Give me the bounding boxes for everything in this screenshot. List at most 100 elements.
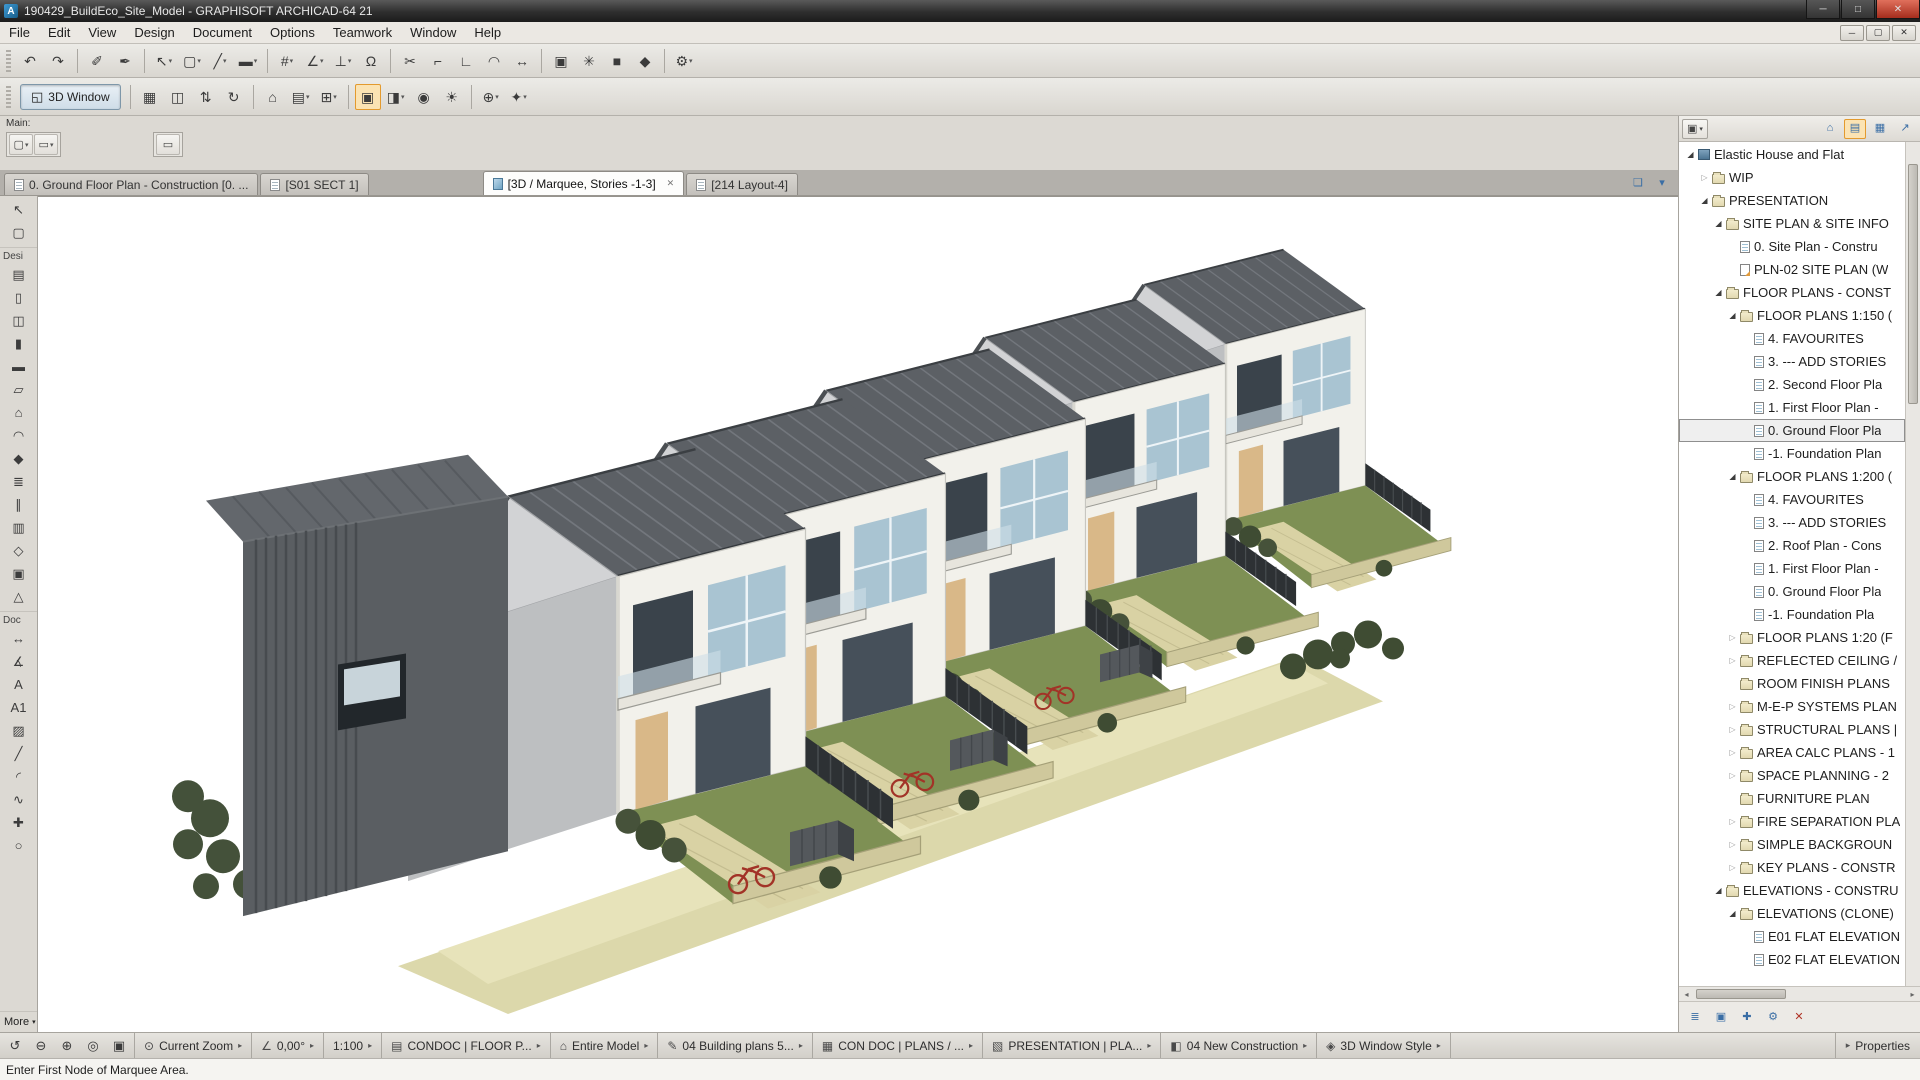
- morph-edit-button[interactable]: ◆: [632, 48, 658, 74]
- undo-button[interactable]: ↶: [17, 48, 43, 74]
- tree-item[interactable]: 0. Ground Floor Pla: [1679, 580, 1905, 603]
- settings-button[interactable]: ⚙ ▾: [671, 48, 697, 74]
- tree-item[interactable]: PLN-02 SITE PLAN (W: [1679, 258, 1905, 281]
- menu-options[interactable]: Options: [261, 22, 324, 43]
- clone-folder-button[interactable]: ▣: [1710, 1007, 1732, 1027]
- marquee-tool-button[interactable]: ▢: [4, 221, 34, 244]
- tree-item[interactable]: ▷ REFLECTED CEILING /: [1679, 649, 1905, 672]
- tree-item[interactable]: 3. --- ADD STORIES: [1679, 511, 1905, 534]
- expand-arrow-icon[interactable]: ▷: [1726, 656, 1739, 665]
- camera-button[interactable]: ◉: [411, 84, 437, 110]
- beam-tool-button[interactable]: ▬: [4, 355, 34, 378]
- tree-item[interactable]: 1. First Floor Plan -: [1679, 396, 1905, 419]
- marquee-rect-button[interactable]: ▭ ▾: [34, 134, 58, 155]
- status-model-filter[interactable]: ⌂ Entire Model ▸: [551, 1033, 659, 1058]
- fillet-chamfer-button[interactable]: ◠: [481, 48, 507, 74]
- orbit-view-button[interactable]: ◎: [81, 1035, 105, 1057]
- expand-arrow-icon[interactable]: ◢: [1726, 472, 1739, 481]
- 3d-window-toggle[interactable]: ◱ 3D Window: [20, 83, 121, 110]
- hotspot-tool-button[interactable]: ✚: [4, 811, 34, 834]
- status-rotation[interactable]: ∠ 0,00° ▸: [252, 1033, 325, 1058]
- scrollbar-thumb[interactable]: [1696, 989, 1786, 999]
- tree-item[interactable]: ◢ PRESENTATION: [1679, 189, 1905, 212]
- scrollbar-thumb[interactable]: [1908, 164, 1918, 404]
- tree-item[interactable]: FURNITURE PLAN: [1679, 787, 1905, 810]
- tree-item[interactable]: 2. Roof Plan - Cons: [1679, 534, 1905, 557]
- dimension-tool-button[interactable]: ↔: [4, 627, 34, 650]
- status-dimension-standard[interactable]: ▦ CON DOC | PLANS / ... ▸: [813, 1033, 984, 1058]
- layout-book-button[interactable]: ▦: [1869, 119, 1891, 139]
- virtual-building-button[interactable]: ⌂: [260, 84, 286, 110]
- expand-arrow-icon[interactable]: ▷: [1698, 173, 1711, 182]
- status-current-zoom[interactable]: ⊙ Current Zoom ▸: [135, 1033, 253, 1058]
- tree-view-button[interactable]: ≣: [1684, 1007, 1706, 1027]
- expand-arrow-icon[interactable]: ▷: [1726, 863, 1739, 872]
- floor-plan-button[interactable]: ▦: [137, 84, 163, 110]
- expand-arrow-icon[interactable]: ▷: [1726, 771, 1739, 780]
- navigator-horizontal-scrollbar[interactable]: ◂ ▸: [1679, 987, 1920, 1002]
- line-tool-button[interactable]: ╱: [4, 742, 34, 765]
- menu-design[interactable]: Design: [125, 22, 183, 43]
- marquee-3d-button[interactable]: ▣: [354, 83, 381, 110]
- sun-study-button[interactable]: ☀: [439, 84, 465, 110]
- walk-mode-button[interactable]: ⇅: [193, 84, 219, 110]
- marquee-single-button[interactable]: ▭: [156, 134, 180, 155]
- filter-elements-button[interactable]: ⊞ ▾: [316, 84, 342, 110]
- expand-arrow-icon[interactable]: ◢: [1698, 196, 1711, 205]
- mesh-tool-button[interactable]: △: [4, 585, 34, 608]
- maximize-button[interactable]: □: [1841, 0, 1875, 19]
- menu-teamwork[interactable]: Teamwork: [324, 22, 401, 43]
- intersect-button[interactable]: ∟: [453, 48, 479, 74]
- status-scale[interactable]: 1:100 ▸: [324, 1033, 383, 1058]
- zoom-in-button[interactable]: ⊕: [55, 1035, 79, 1057]
- cutaway-button[interactable]: ◨ ▾: [383, 84, 409, 110]
- spline-tool-button[interactable]: ∿: [4, 788, 34, 811]
- expand-arrow-icon[interactable]: ◢: [1684, 150, 1697, 159]
- figure-tool-button[interactable]: ○: [4, 834, 34, 857]
- view-map-button[interactable]: ▤: [1844, 118, 1866, 139]
- expand-arrow-icon[interactable]: ◢: [1726, 909, 1739, 918]
- fill-tool-button[interactable]: ▨: [4, 719, 34, 742]
- mdi-close-button[interactable]: ✕: [1892, 24, 1916, 41]
- marquee-poly-button[interactable]: ▢ ▾: [9, 134, 33, 155]
- mdi-restore-button[interactable]: ▢: [1866, 24, 1890, 41]
- menu-help[interactable]: Help: [465, 22, 510, 43]
- adjust-button[interactable]: ⌐: [425, 48, 451, 74]
- tree-item[interactable]: ◢ ELEVATIONS - CONSTRU: [1679, 879, 1905, 902]
- fit-in-window-button[interactable]: ▣: [107, 1035, 131, 1057]
- zoom-out-button[interactable]: ⊖: [29, 1035, 53, 1057]
- shell-tool-button[interactable]: ◠: [4, 424, 34, 447]
- section-view-button[interactable]: ◫: [165, 84, 191, 110]
- expand-arrow-icon[interactable]: ▷: [1726, 748, 1739, 757]
- scroll-left-icon[interactable]: ◂: [1679, 990, 1694, 999]
- pick-up-parameters-button[interactable]: ✐: [84, 48, 110, 74]
- tab-1[interactable]: 0. Ground Floor Plan - Construction [0. …: [4, 173, 259, 195]
- wall-tool-button[interactable]: ▤: [4, 263, 34, 286]
- toolbar-grip[interactable]: [6, 49, 11, 72]
- tree-item[interactable]: E02 FLAT ELEVATION: [1679, 948, 1905, 971]
- tree-item[interactable]: -1. Foundation Pla: [1679, 603, 1905, 626]
- object-tool-button[interactable]: ◇: [4, 539, 34, 562]
- tab-4[interactable]: [214 Layout-4]: [686, 173, 798, 195]
- tree-item[interactable]: ◢ ELEVATIONS (CLONE): [1679, 902, 1905, 925]
- arrow-tool-button[interactable]: ↖: [4, 198, 34, 221]
- orbit-button[interactable]: ↻: [221, 84, 247, 110]
- tree-item[interactable]: ◢ FLOOR PLANS 1:150 (: [1679, 304, 1905, 327]
- tree-item[interactable]: ◢ Elastic House and Flat: [1679, 143, 1905, 166]
- resize-button[interactable]: ↔: [509, 48, 535, 74]
- line-options-button[interactable]: ╱ ▾: [207, 48, 233, 74]
- tree-item[interactable]: -1. Foundation Plan: [1679, 442, 1905, 465]
- tab-list-button[interactable]: ▾: [1651, 173, 1673, 193]
- door-tool-button[interactable]: ▯: [4, 286, 34, 309]
- expand-arrow-icon[interactable]: ◢: [1712, 288, 1725, 297]
- tree-item[interactable]: ▷ SIMPLE BACKGROUN: [1679, 833, 1905, 856]
- menu-window[interactable]: Window: [401, 22, 465, 43]
- tree-item[interactable]: ▷ WIP: [1679, 166, 1905, 189]
- refresh-view-button[interactable]: ↺: [3, 1035, 27, 1057]
- project-map-button[interactable]: ⌂: [1819, 119, 1841, 139]
- expand-arrow-icon[interactable]: ◢: [1712, 219, 1725, 228]
- close-tab-icon[interactable]: ✕: [667, 178, 675, 189]
- status-layer-combination[interactable]: ▤ CONDOC | FLOOR P... ▸: [382, 1033, 551, 1058]
- new-viewpoint-button[interactable]: ✚: [1736, 1007, 1758, 1027]
- status-pen-set[interactable]: ✎ 04 Building plans 5... ▸: [658, 1033, 813, 1058]
